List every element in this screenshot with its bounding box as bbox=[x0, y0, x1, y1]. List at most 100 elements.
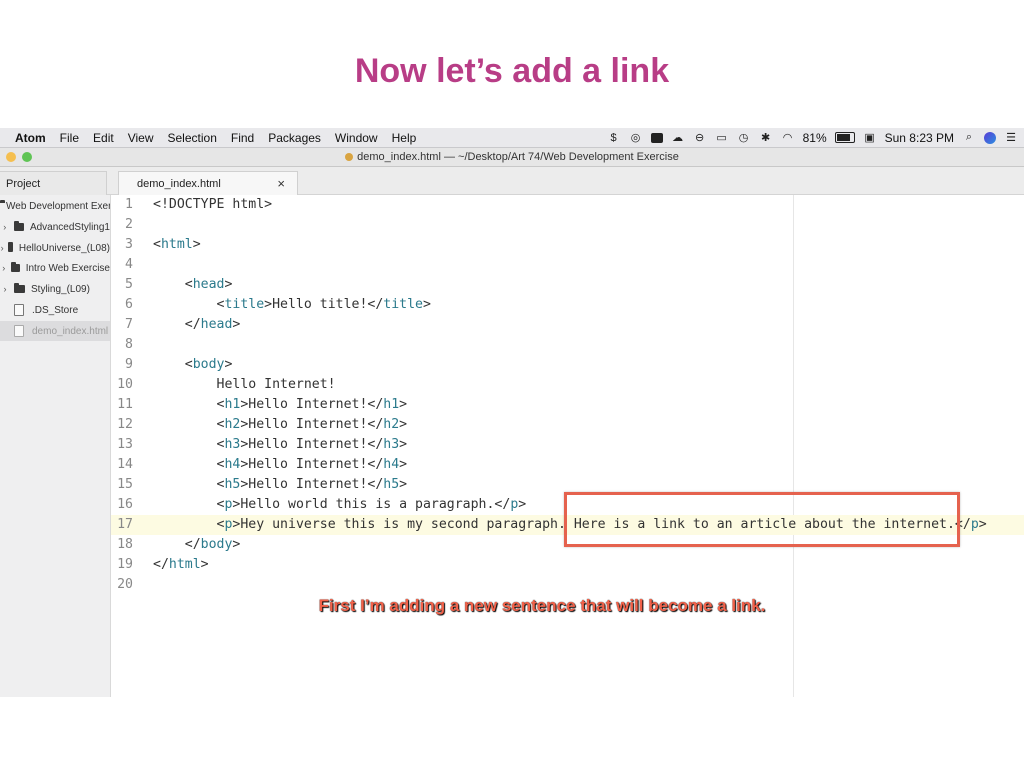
line-number: 19 bbox=[117, 557, 133, 572]
code-text: <h2>Hello Internet!</h2> bbox=[153, 417, 408, 432]
cloud-icon[interactable]: ☁ bbox=[671, 131, 685, 144]
menubar-clock[interactable]: Sun 8:23 PM bbox=[885, 131, 954, 145]
tab-bar: Project demo_index.html × bbox=[0, 167, 1024, 195]
line-number: 18 bbox=[117, 537, 133, 552]
line-number: 4 bbox=[125, 257, 133, 272]
annotation-highlight-box bbox=[564, 492, 960, 547]
tree-item-selected[interactable]: demo_index.html bbox=[0, 321, 110, 341]
folder-icon bbox=[11, 262, 20, 272]
menubar-status-area: $ ◎ ☁ ⊖ ▭ ◷ ✱ ◠ 81% ▣ Sun 8:23 PM ⌕ ☰ bbox=[607, 128, 1018, 147]
line-number: 8 bbox=[125, 337, 133, 352]
list-icon[interactable]: ☰ bbox=[1004, 131, 1018, 144]
code-line[interactable]: 5 <head> bbox=[111, 275, 1024, 295]
creative-cloud-icon[interactable]: ◎ bbox=[629, 131, 643, 144]
zoom-button[interactable] bbox=[22, 152, 32, 162]
tree-item[interactable]: › HelloUniverse_(L08) bbox=[0, 238, 110, 258]
menu-file[interactable]: File bbox=[53, 131, 86, 145]
line-number: 14 bbox=[117, 457, 133, 472]
folder-icon bbox=[14, 283, 25, 293]
code-line[interactable]: 3 <html> bbox=[111, 235, 1024, 255]
line-number: 1 bbox=[125, 197, 133, 212]
line-number: 6 bbox=[125, 297, 133, 312]
line-number: 7 bbox=[125, 317, 133, 332]
battery-percent: 81% bbox=[802, 130, 827, 145]
window-controls bbox=[6, 152, 32, 162]
code-line[interactable]: 1 <!DOCTYPE html> bbox=[111, 195, 1024, 215]
menu-packages[interactable]: Packages bbox=[261, 131, 328, 145]
tab-demo-index[interactable]: demo_index.html × bbox=[118, 171, 298, 195]
drive-icon[interactable] bbox=[650, 132, 663, 143]
code-text: <body> bbox=[153, 357, 233, 372]
document-icon bbox=[345, 153, 354, 161]
menu-help[interactable]: Help bbox=[385, 131, 424, 145]
menu-edit[interactable]: Edit bbox=[86, 131, 121, 145]
project-tree: Web Development Exercise › AdvancedStyli… bbox=[0, 195, 111, 697]
chevron-right-icon[interactable]: › bbox=[0, 243, 4, 253]
line-number: 17 bbox=[117, 517, 133, 532]
line-number: 11 bbox=[117, 397, 133, 412]
line-number: 5 bbox=[125, 277, 133, 292]
code-text: <head> bbox=[153, 277, 233, 292]
menu-view[interactable]: View bbox=[121, 131, 161, 145]
line-number: 9 bbox=[125, 357, 133, 372]
code-text: <h1>Hello Internet!</h1> bbox=[153, 397, 408, 412]
chevron-right-icon[interactable]: › bbox=[0, 284, 10, 294]
tree-item[interactable]: › AdvancedStyling1 bbox=[0, 217, 110, 237]
flag-icon[interactable]: ▣ bbox=[863, 131, 877, 144]
window-title: demo_index.html — ~/Desktop/Art 74/Web D… bbox=[0, 151, 1024, 163]
airplay-icon[interactable]: ▭ bbox=[715, 131, 729, 144]
code-line[interactable]: 14 <h4>Hello Internet!</h4> bbox=[111, 455, 1024, 475]
line-number: 16 bbox=[117, 497, 133, 512]
search-icon[interactable]: ⌕ bbox=[962, 131, 976, 144]
code-line[interactable]: 13 <h3>Hello Internet!</h3> bbox=[111, 435, 1024, 455]
code-text: <p>Hello world this is a paragraph.</p> bbox=[153, 497, 527, 512]
bluetooth-icon[interactable]: ✱ bbox=[759, 131, 773, 144]
code-line[interactable]: 19 </html> bbox=[111, 555, 1024, 575]
code-text: <h5>Hello Internet!</h5> bbox=[153, 477, 408, 492]
folder-icon bbox=[8, 242, 13, 252]
dollar-icon[interactable]: $ bbox=[607, 131, 621, 144]
chevron-right-icon[interactable]: › bbox=[0, 263, 7, 273]
code-line[interactable]: 2 bbox=[111, 215, 1024, 235]
menu-window[interactable]: Window bbox=[328, 131, 385, 145]
circle-icon[interactable]: ⊖ bbox=[693, 131, 707, 144]
tree-root-folder[interactable]: Web Development Exercise bbox=[0, 196, 110, 216]
code-line[interactable]: 9 <body> bbox=[111, 355, 1024, 375]
code-text: </html> bbox=[153, 557, 209, 572]
line-number: 10 bbox=[117, 377, 133, 392]
battery-icon[interactable] bbox=[834, 132, 855, 143]
code-line[interactable]: 7 </head> bbox=[111, 315, 1024, 335]
tree-item[interactable]: .DS_Store bbox=[0, 300, 110, 320]
wifi-icon[interactable]: ◠ bbox=[781, 131, 795, 144]
file-icon bbox=[14, 325, 24, 337]
tree-item[interactable]: › Intro Web Exercise bbox=[0, 258, 110, 278]
time-machine-icon[interactable]: ◷ bbox=[737, 131, 751, 144]
minimize-button[interactable] bbox=[6, 152, 16, 162]
tree-item[interactable]: › Styling_(L09) bbox=[0, 279, 110, 299]
siri-icon[interactable] bbox=[984, 131, 996, 144]
code-editor[interactable]: 1 <!DOCTYPE html> 2 3 <html> 4 5 <head> 6 <titl… bbox=[111, 195, 1024, 697]
code-line[interactable]: 8 bbox=[111, 335, 1024, 355]
chevron-right-icon[interactable]: › bbox=[0, 222, 10, 232]
line-number: 15 bbox=[117, 477, 133, 492]
code-line[interactable]: 4 bbox=[111, 255, 1024, 275]
window-titlebar: demo_index.html — ~/Desktop/Art 74/Web D… bbox=[0, 148, 1024, 167]
code-text: </head> bbox=[153, 317, 241, 332]
code-line[interactable]: 6 <title>Hello title!</title> bbox=[111, 295, 1024, 315]
code-line[interactable]: 12 <h2>Hello Internet!</h2> bbox=[111, 415, 1024, 435]
code-text: <title>Hello title!</title> bbox=[153, 297, 431, 312]
code-text: <html> bbox=[153, 237, 201, 252]
menu-app-atom[interactable]: Atom bbox=[8, 131, 53, 145]
code-text: </body> bbox=[153, 537, 241, 552]
menu-selection[interactable]: Selection bbox=[161, 131, 224, 145]
slide-title: Now let’s add a link bbox=[354, 52, 670, 90]
close-icon[interactable]: × bbox=[277, 176, 285, 191]
macos-menubar: Atom File Edit View Selection Find Packa… bbox=[0, 128, 1024, 148]
tab-project[interactable]: Project bbox=[0, 171, 107, 195]
code-line[interactable]: 10 Hello Internet! bbox=[111, 375, 1024, 395]
code-text: Hello Internet! bbox=[153, 377, 336, 392]
menu-find[interactable]: Find bbox=[224, 131, 261, 145]
code-line[interactable]: 20 bbox=[111, 575, 1024, 595]
code-line[interactable]: 11 <h1>Hello Internet!</h1> bbox=[111, 395, 1024, 415]
line-number: 3 bbox=[125, 237, 133, 252]
